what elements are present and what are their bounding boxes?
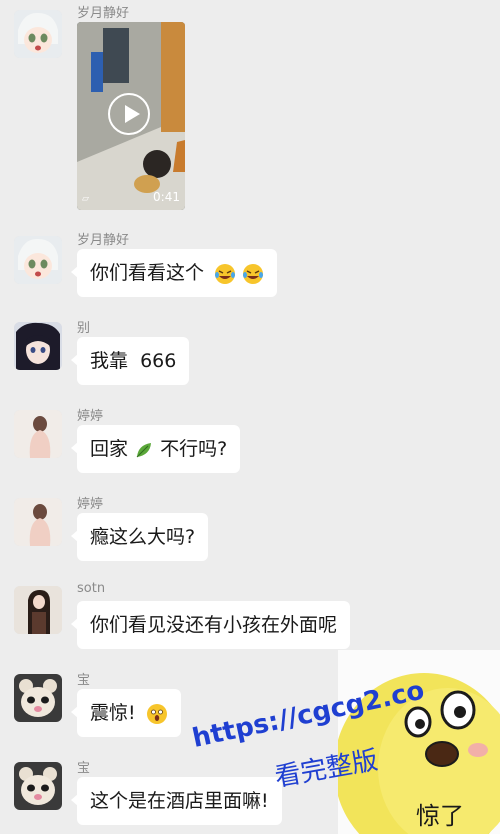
- sender-name: 婷婷: [77, 497, 104, 512]
- message-bubble[interactable]: 这个是在酒店里面嘛!: [71, 777, 282, 825]
- message-bubble[interactable]: 你们看看这个: [70, 249, 278, 297]
- avatar[interactable]: [14, 236, 62, 284]
- message-text: 我靠 666: [90, 350, 177, 372]
- sticker-caption: 惊了: [416, 802, 464, 830]
- message-bubble[interactable]: 我靠 666: [70, 337, 190, 385]
- message-text: 震惊!: [90, 702, 136, 724]
- message-text: 瘾这么大吗?: [90, 526, 196, 548]
- video-duration: 0:41: [153, 190, 180, 204]
- message-text: 回家: [90, 438, 129, 460]
- avatar[interactable]: [14, 10, 62, 58]
- message-bubble[interactable]: 你们看见没还有小孩在外面呢: [70, 601, 351, 649]
- avatar[interactable]: [14, 410, 62, 458]
- play-icon[interactable]: [108, 93, 150, 135]
- avatar[interactable]: [14, 674, 62, 722]
- message-text: 你们看看这个: [90, 262, 205, 284]
- avatar[interactable]: [14, 322, 62, 370]
- sender-name: 岁月静好: [77, 6, 130, 21]
- message-text: 不行吗?: [160, 438, 228, 460]
- sender-name: sotn: [77, 581, 106, 596]
- laugh-cry-emoji: [243, 263, 264, 284]
- message-bubble[interactable]: 瘾这么大吗?: [70, 513, 209, 561]
- avatar[interactable]: [14, 586, 62, 634]
- message-text: 这个是在酒店里面嘛!: [90, 790, 269, 812]
- leaf-emoji: [136, 442, 152, 457]
- sender-name: 婷婷: [77, 409, 104, 424]
- video-logo-icon: ▱: [82, 194, 89, 204]
- avatar[interactable]: [14, 762, 62, 810]
- sender-name: 宝: [77, 673, 91, 688]
- message-text: 你们看见没还有小孩在外面呢: [90, 614, 338, 636]
- sender-name: 岁月静好: [77, 233, 130, 248]
- sender-name: 别: [77, 321, 91, 336]
- avatar[interactable]: [14, 498, 62, 546]
- laugh-cry-emoji: [215, 263, 236, 284]
- video-thumbnail[interactable]: 0:41 ▱: [77, 22, 185, 210]
- sender-name: 宝: [77, 761, 91, 776]
- message-bubble[interactable]: 震惊!: [71, 689, 181, 737]
- shocked-emoji: [146, 703, 167, 724]
- message-bubble[interactable]: 回家 不行吗?: [70, 425, 241, 473]
